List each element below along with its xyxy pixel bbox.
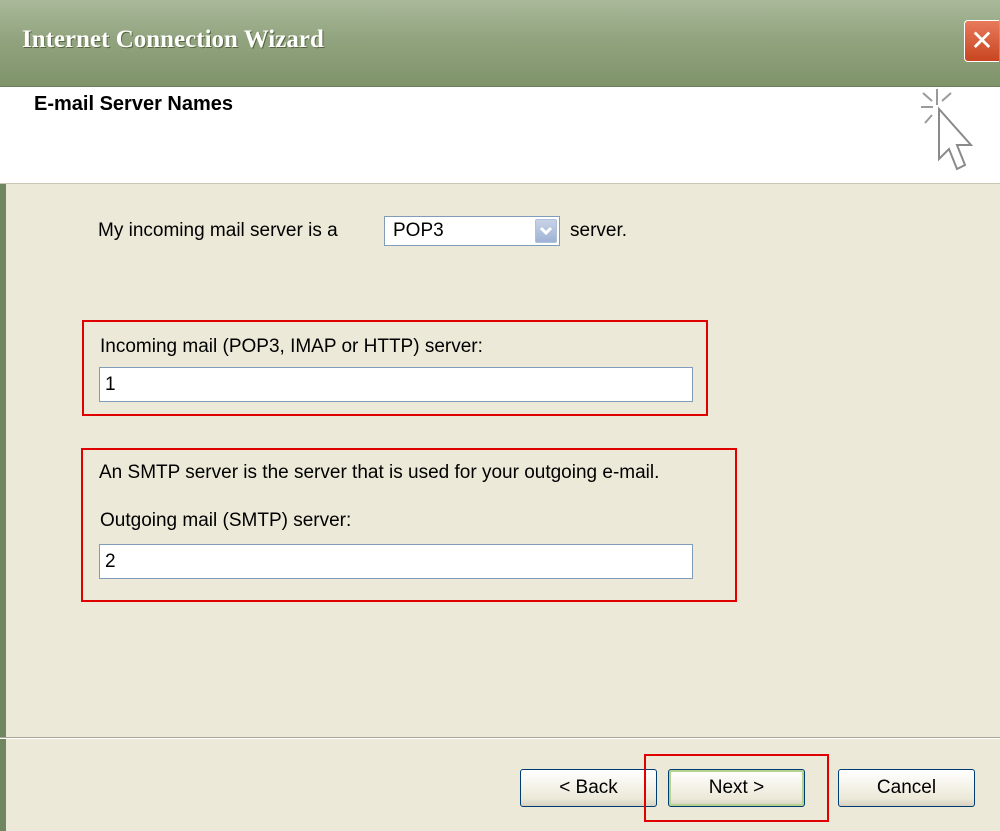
next-highlight-box bbox=[644, 754, 829, 822]
incoming-server-label: Incoming mail (POP3, IMAP or HTTP) serve… bbox=[100, 336, 483, 357]
wizard-window: Internet Connection Wizard ✕ E-mail Serv… bbox=[0, 0, 1000, 831]
dropdown-button[interactable] bbox=[535, 219, 557, 243]
incoming-server-type-value: POP3 bbox=[393, 220, 444, 241]
chevron-down-icon bbox=[540, 226, 552, 236]
smtp-description: An SMTP server is the server that is use… bbox=[99, 462, 660, 483]
incoming-server-input[interactable]: 1 bbox=[99, 367, 693, 402]
incoming-server-value: 1 bbox=[105, 374, 116, 395]
incoming-type-suffix: server. bbox=[570, 220, 628, 241]
wizard-cursor-icon bbox=[921, 89, 974, 171]
title-bar[interactable]: Internet Connection Wizard ✕ bbox=[0, 0, 1000, 87]
close-icon: ✕ bbox=[970, 24, 994, 57]
smtp-server-input[interactable]: 2 bbox=[99, 544, 693, 579]
back-button[interactable]: < Back bbox=[520, 769, 657, 807]
page-title: E-mail Server Names bbox=[34, 93, 234, 115]
close-button[interactable]: ✕ bbox=[964, 20, 999, 62]
incoming-type-prefix: My incoming mail server is a bbox=[98, 220, 338, 241]
cancel-button[interactable]: Cancel bbox=[838, 769, 975, 807]
smtp-server-label: Outgoing mail (SMTP) server: bbox=[100, 510, 352, 531]
window-border bbox=[0, 87, 6, 831]
wizard-header: E-mail Server Names bbox=[0, 87, 1000, 184]
incoming-server-type-select[interactable]: POP3 bbox=[384, 216, 560, 246]
footer-separator bbox=[0, 737, 1000, 739]
smtp-server-value: 2 bbox=[105, 551, 116, 572]
window-title: Internet Connection Wizard bbox=[22, 26, 324, 53]
